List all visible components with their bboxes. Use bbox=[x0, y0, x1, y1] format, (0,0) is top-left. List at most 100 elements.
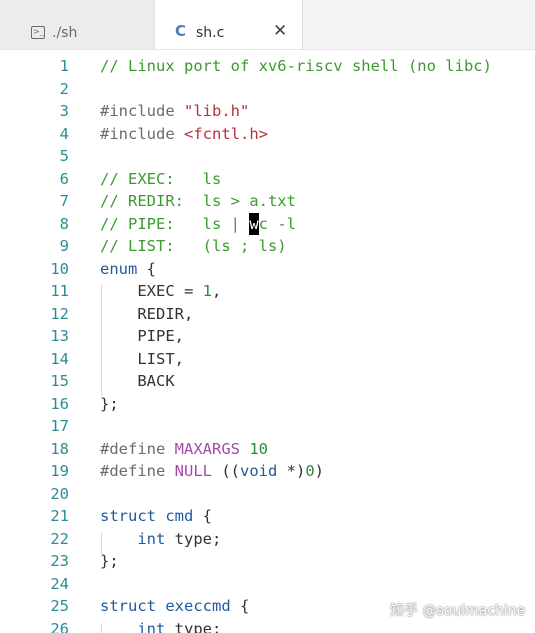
code-editor[interactable]: 1 // Linux port of xv6-riscv shell (no li… bbox=[0, 50, 535, 633]
line-number: 25 bbox=[50, 597, 69, 615]
code-text: // REDIR: ls > a.txt bbox=[100, 190, 296, 213]
code-text: #include "lib.h" bbox=[100, 100, 249, 123]
code-line[interactable]: 17 bbox=[0, 415, 535, 438]
line-number: 17 bbox=[50, 417, 69, 435]
line-number: 14 bbox=[50, 349, 69, 368]
tab-terminal-sh[interactable]: >_ ./sh bbox=[0, 0, 155, 49]
code-text: #define MAXARGS 10 bbox=[100, 438, 268, 461]
code-line[interactable]: 5 bbox=[0, 145, 535, 168]
code-line[interactable]: 14 LIST, bbox=[0, 348, 535, 371]
code-token: // REDIR: ls > a.txt bbox=[100, 192, 296, 210]
code-text: // PIPE: ls | wc -l bbox=[100, 212, 296, 235]
code-line[interactable]: 22 int type; bbox=[0, 528, 535, 551]
code-line[interactable]: 20 bbox=[0, 483, 535, 506]
code-token: // LIST: (ls ; ls) bbox=[100, 237, 287, 255]
code-text: // LIST: (ls ; ls) bbox=[100, 235, 287, 258]
code-token: void bbox=[239, 462, 278, 480]
line-number: 1 bbox=[59, 57, 69, 75]
line-number: 24 bbox=[50, 574, 69, 593]
line-number: 13 bbox=[50, 327, 69, 345]
code-line[interactable]: 23}; bbox=[0, 550, 535, 573]
code-line[interactable]: 1 // Linux port of xv6-riscv shell (no li… bbox=[0, 55, 535, 78]
line-number: 15 bbox=[50, 372, 69, 390]
code-line[interactable]: 12 REDIR, bbox=[0, 303, 535, 326]
code-text: enum { bbox=[100, 258, 156, 281]
code-text: // EXEC: ls bbox=[100, 168, 221, 191]
line-number: 16 bbox=[50, 394, 69, 413]
code-token: "lib.h" bbox=[184, 102, 250, 120]
line-number: 19 bbox=[50, 462, 69, 480]
line-number: 11 bbox=[50, 282, 69, 300]
code-line[interactable]: 11 EXEC = 1, bbox=[0, 280, 535, 303]
code-token: int bbox=[137, 619, 166, 633]
close-icon[interactable]: ✕ bbox=[273, 21, 287, 41]
code-token: 10 bbox=[249, 439, 268, 458]
tab-sh-c[interactable]: C sh.c ✕ bbox=[155, 0, 303, 49]
code-token: }; bbox=[100, 552, 119, 570]
code-token: { bbox=[230, 597, 250, 615]
code-token: struct bbox=[100, 507, 156, 525]
editor-tab-bar: >_ ./sh C sh.c ✕ bbox=[0, 0, 535, 50]
code-token: 1 bbox=[202, 282, 212, 300]
line-number: 20 bbox=[50, 484, 69, 503]
code-line[interactable]: 9 // LIST: (ls ; ls) bbox=[0, 235, 535, 258]
line-number: 9 bbox=[59, 237, 69, 255]
code-text: LIST, bbox=[100, 348, 184, 371]
code-text: #include <fcntl.h> bbox=[100, 123, 268, 146]
code-token: // Linux port of xv6-riscv shell (no lib… bbox=[100, 57, 492, 75]
code-token: BACK bbox=[100, 372, 175, 390]
line-number: 3 bbox=[59, 102, 69, 120]
line-number: 18 bbox=[50, 439, 69, 458]
code-text: BACK bbox=[100, 370, 175, 393]
code-token: cmd bbox=[165, 507, 194, 525]
code-text: PIPE, bbox=[100, 325, 184, 348]
code-token: struct bbox=[100, 597, 156, 615]
code-line[interactable]: 21 struct cmd { bbox=[0, 505, 535, 528]
code-token: int bbox=[137, 529, 166, 548]
code-line[interactable]: 4 #include <fcntl.h> bbox=[0, 123, 535, 146]
code-token: *) bbox=[277, 462, 306, 480]
code-line[interactable]: 2 bbox=[0, 78, 535, 101]
code-text: // Linux port of xv6-riscv shell (no lib… bbox=[100, 55, 492, 78]
code-token: }; bbox=[100, 394, 119, 413]
code-token: c -l bbox=[258, 214, 296, 233]
code-text: int type; bbox=[100, 528, 221, 551]
code-token: // PIPE: ls | bbox=[100, 214, 250, 233]
code-token: ) bbox=[314, 462, 324, 480]
code-line[interactable]: 15 BACK bbox=[0, 370, 535, 393]
code-line[interactable]: 18 #define MAXARGS 10 bbox=[0, 438, 535, 461]
code-line[interactable]: 10 enum { bbox=[0, 258, 535, 281]
line-number: 12 bbox=[50, 304, 69, 323]
code-text: EXEC = 1, bbox=[100, 280, 221, 303]
code-token: MAXARGS bbox=[174, 439, 240, 458]
code-token: #include bbox=[100, 124, 184, 143]
code-line[interactable]: 8 // PIPE: ls | wc -l bbox=[0, 212, 535, 235]
code-line[interactable]: 24 bbox=[0, 573, 535, 596]
code-token: #define bbox=[100, 462, 175, 480]
code-token: #define bbox=[100, 439, 175, 458]
tab-label: sh.c bbox=[196, 25, 225, 41]
code-token: (( bbox=[211, 462, 240, 480]
code-line[interactable]: 3 #include "lib.h" bbox=[0, 100, 535, 123]
code-line[interactable]: 16}; bbox=[0, 393, 535, 416]
code-text: struct cmd { bbox=[100, 505, 212, 528]
code-token: LIST, bbox=[100, 349, 184, 368]
line-number: 4 bbox=[59, 124, 69, 143]
code-text: struct execcmd { bbox=[100, 595, 249, 618]
code-token: type; bbox=[165, 529, 222, 548]
line-number: 21 bbox=[50, 507, 69, 525]
line-number: 7 bbox=[59, 192, 69, 210]
code-line[interactable]: 6 // EXEC: ls bbox=[0, 168, 535, 191]
line-number: 10 bbox=[50, 259, 69, 278]
code-line[interactable]: 19 #define NULL ((void *)0) bbox=[0, 460, 535, 483]
code-line[interactable]: 13 PIPE, bbox=[0, 325, 535, 348]
line-number: 5 bbox=[59, 147, 69, 165]
code-token: <fcntl.h> bbox=[184, 124, 268, 143]
indent-guide bbox=[101, 623, 102, 633]
code-token: enum bbox=[100, 259, 138, 278]
code-token: 0 bbox=[305, 462, 315, 480]
code-line[interactable]: 7 // REDIR: ls > a.txt bbox=[0, 190, 535, 213]
